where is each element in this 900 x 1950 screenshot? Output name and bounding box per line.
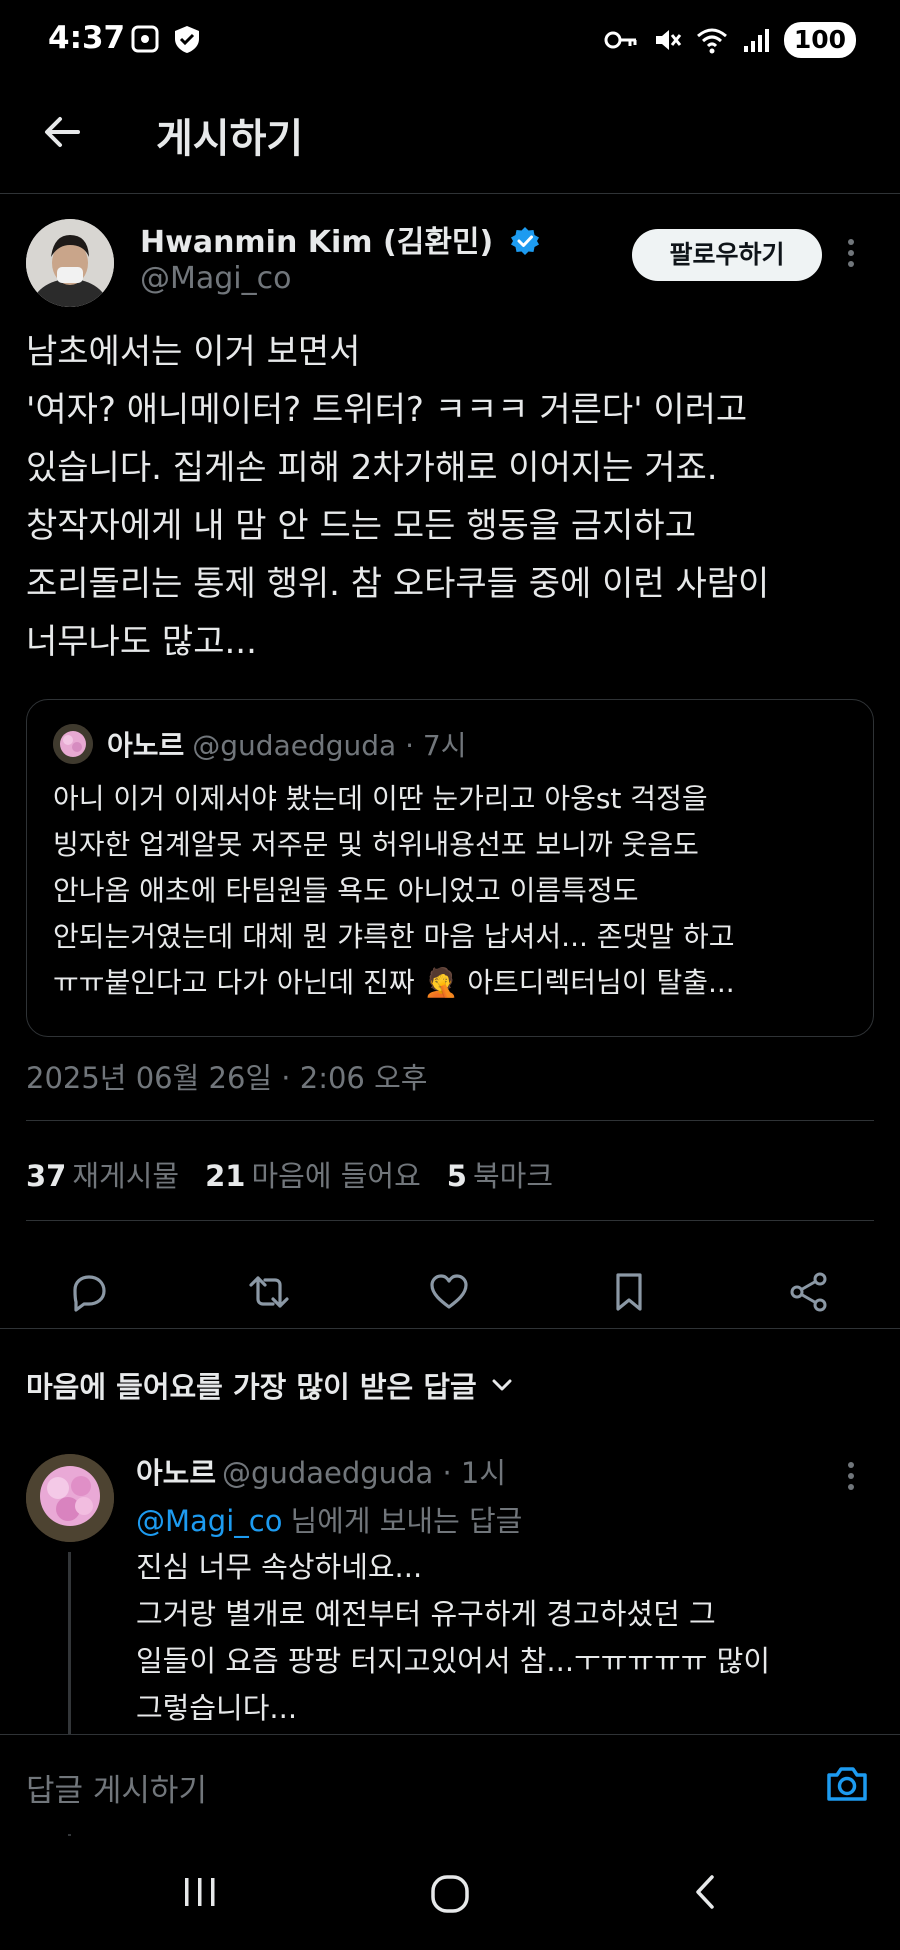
sort-label: 마음에 들어요를 가장 많이 받은 답글 bbox=[26, 1370, 477, 1404]
recents-button[interactable] bbox=[180, 1872, 220, 1916]
share-icon bbox=[790, 1272, 827, 1312]
signal-icon bbox=[743, 29, 769, 52]
reply-avatar[interactable] bbox=[26, 1454, 114, 1542]
likes-stat[interactable]: 21 마음에 들어요 bbox=[205, 1153, 421, 1195]
quote-text: 아니 이거 이제서야 봤는데 이딴 눈가리고 아웅st 걱정을 빙자한 업계알못… bbox=[53, 776, 853, 1006]
reply-sort-selector[interactable]: 마음에 들어요를 가장 많이 받은 답글 bbox=[26, 1364, 515, 1406]
reply-input[interactable]: 답글 게시하기 bbox=[26, 1765, 207, 1810]
like-button[interactable] bbox=[427, 1270, 471, 1314]
system-back-button[interactable] bbox=[686, 1872, 726, 1916]
post-text: 남초에서는 이거 보면서 '여자? 애니메이터? 트위터? ㅋㅋㅋ 거른다' 이… bbox=[26, 332, 770, 662]
reply-text: 진심 너무 속상하네요... 그거랑 별개로 예전부터 유구하게 경고하셨던 그… bbox=[136, 1550, 771, 1725]
section-divider bbox=[0, 1328, 900, 1329]
quote-author-name: 아노르 bbox=[107, 729, 185, 762]
shield-icon bbox=[175, 26, 199, 53]
reply-avatar-image bbox=[26, 1454, 114, 1542]
status-bar: 4:37 100 bbox=[0, 0, 900, 84]
reposts-label: 재게시물 bbox=[72, 1159, 180, 1193]
page-title: 게시하기 bbox=[156, 116, 304, 162]
bookmark-button[interactable] bbox=[607, 1270, 651, 1314]
mute-icon bbox=[655, 30, 681, 50]
more-icon bbox=[848, 1462, 854, 1490]
home-icon bbox=[431, 1875, 469, 1913]
quote-text-tail: 아트디렉터님이 탈출... bbox=[458, 966, 735, 999]
replying-to-suffix: 님에게 보내는 답글 bbox=[290, 1504, 523, 1538]
author-name-text: Hwanmin Kim (김환민) bbox=[140, 225, 494, 260]
quote-author-handle: @gudaedguda · 7시 bbox=[192, 729, 467, 762]
reposts-stat[interactable]: 37 재게시물 bbox=[26, 1153, 179, 1195]
screenshot-icon bbox=[131, 25, 159, 53]
wifi-icon bbox=[696, 28, 727, 54]
mention-link[interactable]: @Magi_co bbox=[136, 1504, 282, 1538]
back-icon bbox=[696, 1875, 714, 1909]
recents-icon bbox=[185, 1878, 215, 1906]
reply-author-handle: @gudaedguda · 1시 bbox=[222, 1456, 507, 1490]
status-right: 100 bbox=[604, 22, 856, 58]
post-more-button[interactable] bbox=[846, 237, 856, 273]
reply-more-button[interactable] bbox=[846, 1460, 856, 1496]
back-button[interactable] bbox=[38, 108, 86, 156]
likes-count: 21 bbox=[205, 1159, 246, 1193]
battery-indicator: 100 bbox=[783, 22, 856, 58]
bookmark-icon bbox=[616, 1273, 642, 1311]
post-timestamp: 2025년 06월 26일 · 2:06 오후 bbox=[26, 1061, 428, 1095]
post-stats: 37 재게시물 21 마음에 들어요 5 북마크 bbox=[26, 1153, 553, 1195]
facepalm-emoji: 🤦 bbox=[423, 966, 459, 999]
verified-badge-icon bbox=[510, 227, 539, 255]
repost-button[interactable] bbox=[247, 1270, 291, 1314]
system-nav-bar bbox=[0, 1836, 900, 1950]
author-handle[interactable]: @Magi_co bbox=[140, 261, 292, 296]
status-left-icons bbox=[130, 24, 202, 54]
status-time: 4:37 bbox=[48, 20, 126, 56]
reply-composer: 답글 게시하기 bbox=[0, 1734, 900, 1834]
replying-to: @Magi_co 님에게 보내는 답글 bbox=[136, 1498, 522, 1540]
repost-icon bbox=[249, 1276, 289, 1308]
bookmarks-count: 5 bbox=[446, 1159, 467, 1193]
quoted-post[interactable]: 아노르 @gudaedguda · 7시 아니 이거 이제서야 봤는데 이딴 눈가… bbox=[26, 699, 874, 1037]
reply-author-name: 아노르 bbox=[136, 1456, 217, 1490]
divider bbox=[26, 1220, 874, 1221]
author-name[interactable]: Hwanmin Kim (김환민) bbox=[140, 217, 540, 261]
bookmarks-stat[interactable]: 5 북마크 bbox=[447, 1153, 553, 1195]
reply-button[interactable] bbox=[67, 1270, 111, 1314]
header: 게시하기 bbox=[0, 84, 900, 194]
quote-avatar-image bbox=[53, 724, 93, 764]
reply-icon bbox=[73, 1275, 106, 1312]
key-icon bbox=[604, 31, 637, 49]
home-button[interactable] bbox=[428, 1872, 472, 1920]
avatar-image bbox=[26, 219, 114, 307]
reply-author: 아노르 @gudaedguda · 1시 bbox=[136, 1450, 506, 1492]
bookmarks-label: 북마크 bbox=[472, 1159, 553, 1193]
more-icon bbox=[848, 239, 854, 267]
quote-avatar bbox=[53, 724, 93, 764]
camera-button[interactable] bbox=[824, 1761, 870, 1811]
back-arrow-icon bbox=[45, 117, 80, 147]
divider bbox=[26, 1120, 874, 1121]
follow-button[interactable]: 팔로우하기 bbox=[632, 229, 822, 281]
quote-author: 아노르 @gudaedguda · 7시 bbox=[107, 724, 466, 764]
likes-label: 마음에 들어요 bbox=[251, 1159, 421, 1193]
share-button[interactable] bbox=[787, 1270, 831, 1314]
camera-icon bbox=[827, 1767, 867, 1801]
author-avatar[interactable] bbox=[26, 219, 114, 307]
reposts-count: 37 bbox=[26, 1159, 67, 1193]
chevron-down-icon bbox=[492, 1379, 512, 1391]
action-bar bbox=[0, 1250, 900, 1330]
like-icon bbox=[430, 1274, 468, 1309]
